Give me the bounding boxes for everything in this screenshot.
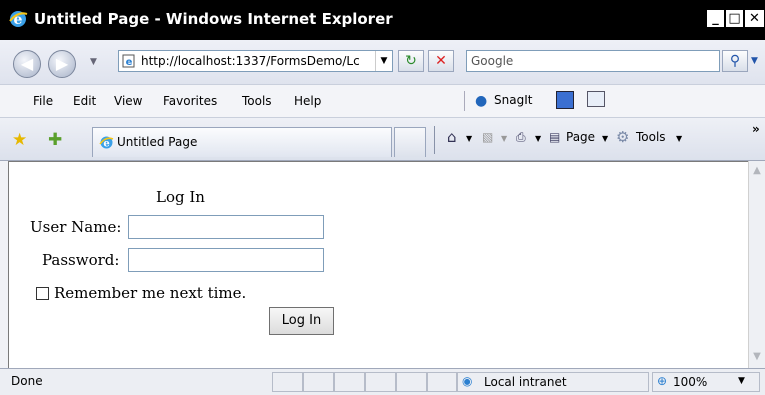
tab-ie-icon: e <box>99 136 114 150</box>
snagit-button[interactable]: SnagIt <box>494 93 532 107</box>
menu-tools[interactable]: Tools <box>242 94 272 108</box>
snagit-icon: ● <box>475 93 488 109</box>
login-button[interactable]: Log In <box>269 307 334 335</box>
search-options-icon[interactable]: ▼ <box>751 56 758 66</box>
stop-button[interactable]: ✕ <box>428 50 454 72</box>
zoom-control[interactable]: ⊕ 100% ▼ <box>652 372 760 392</box>
svg-text:e: e <box>126 57 133 68</box>
tools-dropdown-icon[interactable]: ▼ <box>676 134 682 143</box>
page-menu-icon: ▤ <box>549 130 561 144</box>
search-button[interactable]: ⚲ <box>722 50 748 72</box>
remember-me-label: Remember me next time. <box>54 284 247 302</box>
zoom-dropdown-icon[interactable]: ▼ <box>738 376 745 386</box>
username-input[interactable] <box>128 215 324 239</box>
address-url: http://localhost:1337/FormsDemo/Lc <box>141 54 360 68</box>
menu-view[interactable]: View <box>114 94 142 108</box>
forward-arrow-icon: ▶ <box>55 54 69 73</box>
status-pane <box>427 372 457 392</box>
address-bar[interactable]: e http://localhost:1337/FormsDemo/Lc ▼ <box>118 50 393 72</box>
page-icon: e <box>122 54 135 68</box>
new-tab-button[interactable] <box>394 127 426 157</box>
status-bar: Done ◉ Local intranet ⊕ 100% ▼ <box>0 368 765 395</box>
menubar-divider <box>464 91 465 111</box>
forward-button[interactable]: ▶ <box>48 50 76 78</box>
page-dropdown-icon[interactable]: ▼ <box>602 134 608 143</box>
zoom-icon: ⊕ <box>657 374 668 388</box>
tools-gear-icon: ⚙ <box>616 128 630 146</box>
tab-bar: ★ ✚ e Untitled Page ⌂ ▼ ▧ ▼ ⎙ ▼ ▤ Page ▼… <box>0 118 765 161</box>
toolbar-divider <box>434 126 435 154</box>
status-pane <box>365 372 396 392</box>
menu-favorites[interactable]: Favorites <box>163 94 217 108</box>
snagit-editor-icon[interactable] <box>587 91 605 107</box>
menu-help[interactable]: Help <box>294 94 321 108</box>
local-intranet-icon: ◉ <box>462 374 473 388</box>
tab-label: Untitled Page <box>117 135 198 149</box>
vertical-scrollbar[interactable]: ▲ ▼ <box>748 161 765 368</box>
zoom-level: 100% <box>673 375 708 389</box>
print-icon[interactable]: ⎙ <box>516 130 526 145</box>
status-pane <box>272 372 303 392</box>
status-pane <box>334 372 365 392</box>
search-icon: ⚲ <box>729 53 741 69</box>
address-dropdown-icon[interactable]: ▼ <box>375 51 392 71</box>
browser-window: e Untitled Page - Windows Internet Explo… <box>0 0 765 395</box>
close-button[interactable]: ✕ <box>744 9 765 28</box>
snagit-capture-icon[interactable] <box>556 91 574 109</box>
refresh-button[interactable]: ↻ <box>398 50 424 72</box>
feeds-dropdown-icon[interactable]: ▼ <box>501 134 507 143</box>
home-dropdown-icon[interactable]: ▼ <box>466 134 472 143</box>
favorites-star-icon[interactable]: ★ <box>12 130 27 150</box>
ie-logo-icon: e <box>9 11 28 28</box>
more-chevron-icon[interactable]: » <box>752 122 760 136</box>
menu-edit[interactable]: Edit <box>73 94 96 108</box>
menu-file[interactable]: File <box>33 94 53 108</box>
remember-me-checkbox[interactable] <box>36 287 49 300</box>
status-pane <box>396 372 427 392</box>
zone-label: Local intranet <box>484 375 567 389</box>
stop-icon: ✕ <box>435 53 447 69</box>
username-label: User Name: <box>30 218 122 236</box>
login-title: Log In <box>156 188 205 206</box>
back-arrow-icon: ◀ <box>20 54 34 73</box>
status-text: Done <box>11 374 43 388</box>
home-icon[interactable]: ⌂ <box>447 128 457 146</box>
scroll-down-icon[interactable]: ▼ <box>750 349 764 365</box>
back-button[interactable]: ◀ <box>13 50 41 78</box>
minimize-button[interactable]: _ <box>706 9 725 28</box>
scroll-up-icon[interactable]: ▲ <box>750 163 764 179</box>
password-input[interactable] <box>128 248 324 272</box>
refresh-icon: ↻ <box>405 53 417 69</box>
zone-pane: ◉ Local intranet <box>457 372 649 392</box>
search-input[interactable]: Google <box>466 50 720 72</box>
tools-menu-button[interactable]: Tools <box>636 130 666 144</box>
page-content: Log In User Name: Password: Remember me … <box>8 161 748 368</box>
menu-bar: File Edit View Favorites Tools Help ● Sn… <box>0 84 765 118</box>
add-favorite-icon[interactable]: ✚ <box>48 130 62 150</box>
maximize-button[interactable]: □ <box>725 9 744 28</box>
page-menu-button[interactable]: Page <box>566 130 595 144</box>
status-pane <box>303 372 334 392</box>
window-title: Untitled Page - Windows Internet Explore… <box>34 10 393 28</box>
history-dropdown-icon[interactable]: ▼ <box>90 57 97 67</box>
tab-untitled-page[interactable]: e Untitled Page <box>92 127 392 157</box>
password-label: Password: <box>42 251 120 269</box>
title-bar: e Untitled Page - Windows Internet Explo… <box>0 0 765 40</box>
print-dropdown-icon[interactable]: ▼ <box>535 134 541 143</box>
feeds-icon[interactable]: ▧ <box>482 130 493 144</box>
